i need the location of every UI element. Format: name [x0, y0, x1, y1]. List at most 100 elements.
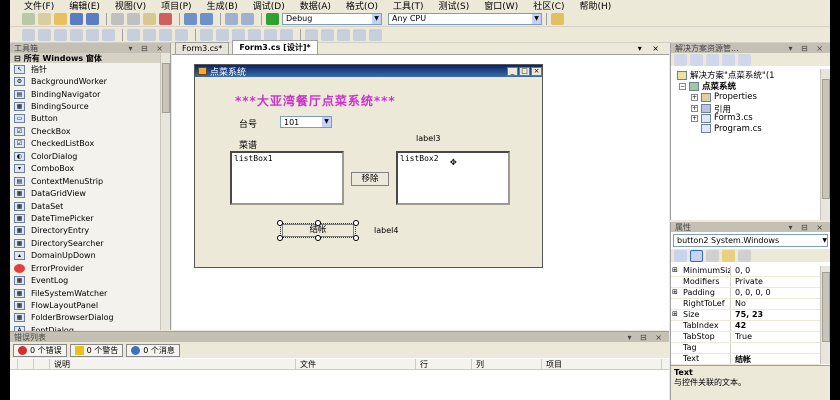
v-spacing-equal-icon[interactable] — [248, 28, 261, 41]
expand-icon[interactable]: + — [691, 93, 698, 101]
toolbox-item[interactable]: ▦ DataGridView — [10, 187, 170, 199]
tab-order-icon[interactable] — [369, 28, 382, 41]
resize-handle[interactable] — [353, 235, 359, 241]
h-spacing-increase-icon[interactable] — [216, 28, 229, 41]
start-debug-icon[interactable] — [266, 12, 279, 25]
expand-icon[interactable]: ⊞ — [672, 288, 678, 296]
h-spacing-decrease-icon[interactable] — [232, 28, 245, 41]
v-spacing-decrease-icon[interactable] — [280, 28, 293, 41]
delete-icon[interactable] — [159, 12, 172, 25]
toolbox-item[interactable]: ▦ FileSystemWatcher — [10, 287, 170, 299]
tab-designer[interactable]: Form3.cs [设计]* — [232, 40, 318, 54]
solution-item[interactable]: Program.cs — [691, 124, 762, 134]
minimize-icon[interactable]: _ — [507, 66, 518, 76]
properties-icon[interactable] — [674, 53, 687, 66]
toolbox-item[interactable]: ▦ DataSet — [10, 200, 170, 212]
resize-handle[interactable] — [353, 220, 359, 226]
resize-handle[interactable] — [277, 235, 283, 241]
properties-view-icon[interactable] — [706, 249, 719, 262]
toolbox-item[interactable]: ▾ ComboBox — [10, 163, 170, 175]
bring-front-icon[interactable] — [337, 28, 350, 41]
cut-icon[interactable] — [111, 12, 124, 25]
property-value[interactable]: 42 — [731, 321, 746, 331]
make-same-width-icon[interactable] — [127, 28, 140, 41]
toolbox-item[interactable]: ↖ 指针 — [10, 63, 170, 75]
pane-controls[interactable]: ▾ ⊟ × — [788, 223, 826, 232]
project-node[interactable]: − 点菜系统 — [679, 80, 736, 92]
make-same-height-icon[interactable] — [143, 28, 156, 41]
property-row[interactable]: Tag — [671, 343, 821, 355]
view-code-icon[interactable] — [722, 53, 735, 66]
toolbox-item[interactable]: ErrorProvider — [10, 262, 170, 274]
paste-icon[interactable] — [143, 12, 156, 25]
resize-handle[interactable] — [277, 220, 283, 226]
toolbox-item[interactable]: ▤ BindingNavigator — [10, 88, 170, 100]
save-icon[interactable] — [70, 12, 83, 25]
toolbox-item[interactable]: ▦ FlowLayoutPanel — [10, 299, 170, 311]
find-in-files-icon[interactable] — [551, 12, 564, 25]
header-file[interactable]: 文件 — [296, 359, 416, 369]
align-bottoms-icon[interactable] — [102, 28, 115, 41]
expand-icon[interactable]: ⊞ — [672, 310, 678, 318]
menu-listbox[interactable]: listBox1 — [230, 151, 344, 205]
expand-icon[interactable]: + — [691, 105, 698, 112]
scrollbar-thumb[interactable] — [822, 272, 830, 342]
expand-icon[interactable]: + — [691, 114, 698, 122]
resize-handle[interactable] — [315, 235, 321, 241]
open-file-icon[interactable] — [54, 12, 67, 25]
solution-scrollbar[interactable] — [820, 69, 830, 220]
copy-icon[interactable] — [127, 12, 140, 25]
new-project-icon[interactable] — [22, 12, 35, 25]
tab-code[interactable]: Form3.cs* — [175, 42, 230, 54]
document-controls[interactable]: ▾ × — [638, 44, 663, 53]
scrollbar-thumb[interactable] — [822, 79, 830, 199]
errors-filter-button[interactable]: 0 个错误 — [13, 343, 67, 357]
make-same-size-icon[interactable] — [159, 28, 172, 41]
undo-icon[interactable] — [184, 12, 197, 25]
toolbox-item[interactable]: ▦ EventLog — [10, 274, 170, 286]
property-row[interactable]: TabStop True — [671, 332, 821, 344]
save-all-icon[interactable] — [86, 12, 99, 25]
property-value[interactable]: True — [731, 332, 752, 342]
toolbox-item[interactable]: ▦ DateTimePicker — [10, 212, 170, 224]
align-centers-icon[interactable] — [38, 28, 51, 41]
h-spacing-equal-icon[interactable] — [200, 28, 213, 41]
toolbox-scrollbar[interactable] — [160, 53, 170, 330]
property-value[interactable]: 结帐 — [731, 354, 751, 364]
property-row[interactable]: ⊞ Size 75, 23 — [671, 310, 821, 322]
toolbox-item[interactable]: ▦ DirectorySearcher — [10, 237, 170, 249]
property-row[interactable]: Modifiers Private — [671, 277, 821, 289]
object-select[interactable]: button2 System.Windows ▼ — [673, 234, 828, 247]
platform-select[interactable]: Any CPU ▼ — [388, 12, 542, 25]
toolbox-item[interactable]: ☑ CheckBox — [10, 125, 170, 137]
navigate-forward-icon[interactable] — [241, 12, 254, 25]
align-lefts-icon[interactable] — [22, 28, 35, 41]
toolbox-item[interactable]: ▭ Button — [10, 113, 170, 125]
property-value[interactable]: 0, 0 — [731, 266, 750, 276]
center-v-icon[interactable] — [321, 28, 334, 41]
toolbox-item[interactable]: ▦ BindingSource — [10, 100, 170, 112]
property-value[interactable]: 0, 0, 0, 0 — [731, 288, 771, 298]
solution-config-select[interactable]: Debug ▼ — [282, 12, 382, 25]
property-row[interactable]: Text 结帐 — [671, 354, 821, 366]
pane-controls[interactable]: ▾ ⊟ × — [128, 44, 166, 53]
alphabetical-icon[interactable] — [690, 249, 703, 262]
toolbox-item[interactable]: ▦ FolderBrowserDialog — [10, 312, 170, 324]
property-value[interactable]: Private — [731, 277, 763, 287]
view-designer-icon[interactable] — [738, 53, 751, 66]
resize-handle[interactable] — [315, 220, 321, 226]
toolbox-item[interactable]: ▦ DirectoryEntry — [10, 225, 170, 237]
property-pages-icon[interactable] — [738, 249, 751, 262]
pane-controls[interactable]: ▾ ⊟ × — [788, 44, 826, 53]
center-h-icon[interactable] — [305, 28, 318, 41]
property-value[interactable] — [731, 343, 735, 353]
close-icon[interactable]: × — [531, 66, 542, 76]
redo-icon[interactable] — [200, 12, 213, 25]
pane-controls[interactable]: ▾ ⊟ × — [627, 333, 665, 342]
toolbox-item[interactable]: ⚙ BackgroundWorker — [10, 75, 170, 87]
messages-filter-button[interactable]: 0 个消息 — [126, 343, 180, 357]
show-all-files-icon[interactable] — [690, 53, 703, 66]
toolbox-item[interactable]: ◐ ColorDialog — [10, 150, 170, 162]
send-back-icon[interactable] — [353, 28, 366, 41]
warnings-filter-button[interactable]: 0 个警告 — [69, 343, 124, 357]
